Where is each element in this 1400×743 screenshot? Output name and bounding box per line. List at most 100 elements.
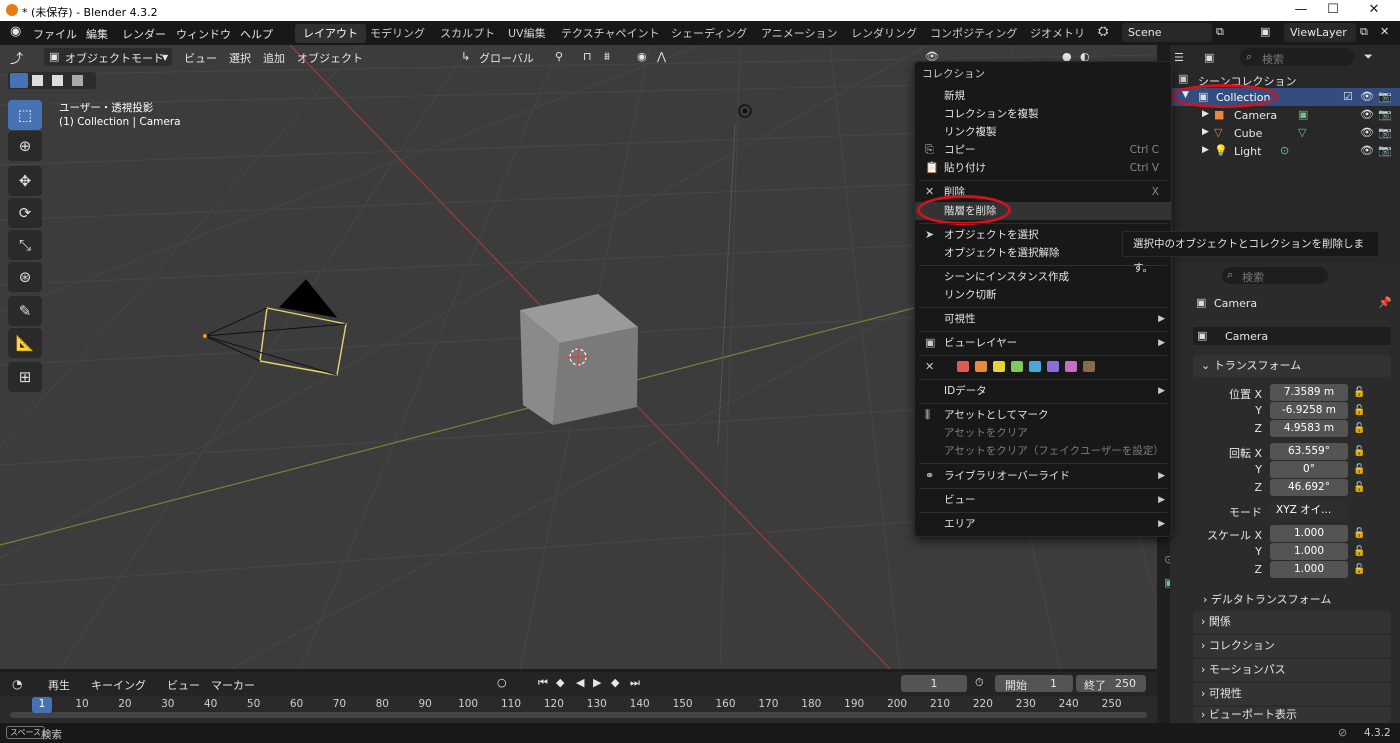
- menu-object[interactable]: オブジェクト: [297, 50, 363, 66]
- tab-geometry[interactable]: ジオメトリ: [1022, 24, 1093, 43]
- maximize-button[interactable]: ☐: [1323, 2, 1343, 17]
- menu-item-area[interactable]: エリア ▶: [915, 515, 1171, 533]
- orientation-icon[interactable]: ↳: [461, 50, 470, 63]
- lock-icon[interactable]: 🔓: [1353, 464, 1365, 476]
- tab-layout[interactable]: レイアウト: [295, 24, 366, 43]
- menu-item-view[interactable]: ビュー ▶: [915, 491, 1171, 509]
- color-tag-2-icon[interactable]: [975, 361, 987, 372]
- tab-shading[interactable]: シェーディング: [663, 24, 755, 43]
- outliner-item-cube[interactable]: ▶ ▽ Cube ▽ 👁 📷: [1170, 124, 1400, 142]
- jump-end-icon[interactable]: ⏭: [630, 676, 640, 690]
- record-icon[interactable]: ○: [497, 676, 507, 689]
- menu-edit[interactable]: 編集: [86, 26, 108, 42]
- eye-icon[interactable]: 👁: [1360, 108, 1374, 121]
- transform-panel-header[interactable]: ⌄ トランスフォーム: [1193, 355, 1391, 377]
- outliner-filter-icon[interactable]: ▣: [1204, 51, 1214, 64]
- menu-item-unlink[interactable]: リンク切断: [915, 286, 1171, 304]
- color-tag-1-icon[interactable]: [957, 361, 969, 372]
- menu-render[interactable]: レンダー: [122, 26, 166, 42]
- rotation-z-field[interactable]: 46.692°: [1270, 479, 1348, 496]
- light-data-icon[interactable]: ⊙: [1280, 144, 1289, 157]
- close-button[interactable]: ✕: [1364, 2, 1384, 17]
- lock-icon[interactable]: 🔓: [1353, 446, 1365, 458]
- menu-item-visibility[interactable]: 可視性 ▶: [915, 310, 1171, 328]
- color-tag-5-icon[interactable]: [1029, 361, 1041, 372]
- blender-icon[interactable]: ◉: [10, 24, 21, 39]
- stopwatch-icon[interactable]: ⏱: [975, 676, 984, 690]
- falloff-icon[interactable]: ⋀: [657, 50, 666, 63]
- chevron-right-icon[interactable]: ▶: [1202, 109, 1209, 119]
- eye-icon[interactable]: 👁: [1360, 90, 1374, 103]
- add-cube-tool-icon[interactable]: ⊞: [8, 362, 42, 392]
- orientation-dropdown[interactable]: グローバル: [479, 50, 534, 66]
- transform-tool-icon[interactable]: ⊛: [8, 262, 42, 292]
- scale-z-field[interactable]: 1.000: [1270, 561, 1348, 578]
- outliner-item-camera[interactable]: ▶ ■ Camera ▣ 👁 📷: [1170, 106, 1400, 124]
- color-tag-8-icon[interactable]: [1083, 361, 1095, 372]
- tab-animation[interactable]: アニメーション: [753, 24, 846, 43]
- jump-start-icon[interactable]: ⏮: [538, 676, 548, 690]
- select-subtract-icon[interactable]: [52, 75, 63, 86]
- chevron-right-icon[interactable]: ▶: [1202, 127, 1209, 137]
- measure-tool-icon[interactable]: 📐: [8, 328, 42, 358]
- annotate-tool-icon[interactable]: ✎: [8, 296, 42, 326]
- play-reverse-icon[interactable]: ◀: [576, 676, 584, 689]
- menu-item-copy[interactable]: ⎘ コピー Ctrl C: [915, 141, 1171, 159]
- menu-item-id-data[interactable]: IDデータ ▶: [915, 382, 1171, 400]
- lock-icon[interactable]: 🔓: [1353, 482, 1365, 494]
- color-tag-7-icon[interactable]: [1065, 361, 1077, 372]
- viewport-display-panel-header[interactable]: › ビューポート表示: [1193, 707, 1391, 723]
- tab-compositing[interactable]: コンポジティング: [922, 24, 1025, 43]
- lock-icon[interactable]: 🔓: [1353, 564, 1365, 576]
- scale-x-field[interactable]: 1.000: [1270, 525, 1348, 542]
- menu-item-duplicate[interactable]: コレクションを複製: [915, 105, 1171, 123]
- select-new-icon[interactable]: [10, 73, 28, 88]
- play-icon[interactable]: ▶: [593, 676, 601, 689]
- menu-item-new[interactable]: 新規: [915, 87, 1171, 105]
- timeline-scrollbar[interactable]: [10, 712, 1147, 718]
- menu-view[interactable]: ビュー: [167, 677, 200, 693]
- menu-help[interactable]: ヘルプ: [240, 26, 273, 42]
- properties-search-input[interactable]: ⌕ 検索: [1222, 267, 1328, 284]
- outliner-search-input[interactable]: ⌕ 検索: [1240, 48, 1354, 66]
- menu-file[interactable]: ファイル: [33, 26, 77, 42]
- checkbox-icon[interactable]: ☑: [1343, 90, 1353, 103]
- clock-editor-icon[interactable]: ◔: [12, 677, 22, 691]
- tab-sculpt[interactable]: スカルプト: [432, 24, 503, 43]
- menu-add[interactable]: 追加: [263, 50, 285, 66]
- mesh-data-icon[interactable]: ▽: [1298, 126, 1306, 139]
- eye-icon[interactable]: 👁: [1360, 126, 1374, 139]
- prev-key-icon[interactable]: ◆: [556, 676, 564, 689]
- tab-rendering[interactable]: レンダリング: [843, 24, 925, 43]
- camera-render-icon[interactable]: 📷: [1378, 126, 1392, 139]
- scene-field[interactable]: Scene: [1122, 23, 1212, 42]
- start-frame-field[interactable]: 開始 1: [995, 675, 1073, 692]
- move-tool-icon[interactable]: ✥: [8, 166, 42, 196]
- lock-icon[interactable]: 🔓: [1353, 405, 1365, 417]
- menu-view[interactable]: ビュー: [184, 50, 217, 66]
- camera-data-icon[interactable]: ▣: [1298, 108, 1308, 121]
- camera-render-icon[interactable]: 📷: [1378, 90, 1392, 103]
- lock-icon[interactable]: 🔓: [1353, 528, 1365, 540]
- tab-texture-paint[interactable]: テクスチャペイント: [553, 24, 668, 43]
- rotation-mode-dropdown[interactable]: XYZ オイ...: [1270, 502, 1348, 519]
- menu-keying[interactable]: キーイング: [91, 677, 146, 693]
- object-name-field[interactable]: ▣ Camera: [1193, 327, 1391, 345]
- pivot-icon[interactable]: ⚲: [555, 50, 563, 63]
- scale-y-field[interactable]: 1.000: [1270, 543, 1348, 560]
- visibility-panel-header[interactable]: › 可視性: [1193, 683, 1391, 705]
- menu-item-mark-as-asset[interactable]: ⫼ アセットとしてマーク: [915, 406, 1171, 424]
- menu-marker[interactable]: マーカー: [211, 677, 255, 693]
- lock-icon[interactable]: 🔓: [1353, 546, 1365, 558]
- minimize-button[interactable]: —: [1291, 2, 1311, 17]
- proportional-edit-icon[interactable]: ◉: [637, 50, 647, 63]
- outliner-display-mode-icon[interactable]: ☰: [1174, 51, 1184, 64]
- color-tag-6-icon[interactable]: [1047, 361, 1059, 372]
- new-viewlayer-icon[interactable]: ⧉: [1360, 25, 1368, 39]
- camera-render-icon[interactable]: 📷: [1378, 108, 1392, 121]
- lock-icon[interactable]: 🔓: [1353, 423, 1365, 435]
- snap-icon[interactable]: ⊓: [583, 50, 592, 63]
- snap-target-icon[interactable]: ⩩: [604, 50, 610, 64]
- current-frame-field[interactable]: 1: [901, 675, 967, 692]
- new-scene-icon[interactable]: ⧉: [1216, 25, 1224, 39]
